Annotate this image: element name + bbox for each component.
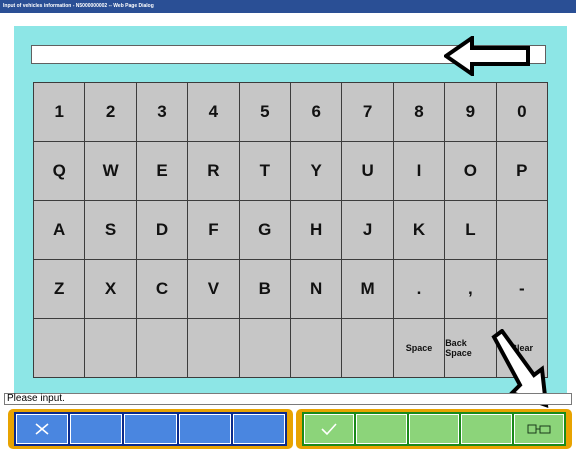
key-9[interactable]: 9 bbox=[445, 83, 497, 142]
key-x[interactable]: X bbox=[85, 260, 137, 319]
function-button-2[interactable] bbox=[70, 414, 123, 444]
key-l[interactable]: L bbox=[445, 201, 497, 260]
key-b[interactable]: B bbox=[239, 260, 291, 319]
key-v[interactable]: V bbox=[188, 260, 240, 319]
key-7[interactable]: 7 bbox=[342, 83, 394, 142]
toolbar-group-right bbox=[296, 409, 572, 449]
ok-button[interactable] bbox=[304, 414, 355, 444]
key-d[interactable]: D bbox=[136, 201, 189, 260]
key-q[interactable]: Q bbox=[34, 142, 86, 201]
key-2[interactable]: 2 bbox=[85, 83, 137, 142]
key-j[interactable]: J bbox=[342, 201, 394, 260]
key-8[interactable]: 8 bbox=[393, 83, 446, 142]
key-5[interactable]: 5 bbox=[239, 83, 291, 142]
function-button-3[interactable] bbox=[124, 414, 177, 444]
key-3[interactable]: 3 bbox=[136, 83, 189, 142]
key-hyphen[interactable]: - bbox=[496, 260, 548, 319]
key-z[interactable]: Z bbox=[34, 260, 86, 319]
status-bar: Please input. bbox=[4, 393, 572, 405]
toolbar-right-buttons bbox=[302, 412, 566, 446]
function-button-4[interactable] bbox=[178, 414, 231, 444]
key-period[interactable]: . bbox=[393, 260, 446, 319]
function-button-5[interactable] bbox=[232, 414, 286, 444]
key-p[interactable]: P bbox=[496, 142, 548, 201]
arrow-left-icon bbox=[444, 36, 530, 76]
key-h[interactable]: H bbox=[291, 201, 343, 260]
key-r[interactable]: R bbox=[188, 142, 240, 201]
key-o[interactable]: O bbox=[445, 142, 497, 201]
space-key[interactable]: Space bbox=[393, 319, 446, 378]
key-t[interactable]: T bbox=[239, 142, 291, 201]
key-u[interactable]: U bbox=[342, 142, 394, 201]
key-empty-r5-7[interactable] bbox=[342, 319, 394, 378]
dialog-client: 1 2 3 4 5 6 7 8 9 0 Q W E R T Y U I O P … bbox=[0, 13, 576, 451]
print-button[interactable] bbox=[513, 414, 565, 444]
toolbar-group-left bbox=[8, 409, 293, 449]
keyboard-panel: 1 2 3 4 5 6 7 8 9 0 Q W E R T Y U I O P … bbox=[14, 26, 567, 408]
key-1[interactable]: 1 bbox=[34, 83, 86, 142]
key-y[interactable]: Y bbox=[291, 142, 343, 201]
function-button-9[interactable] bbox=[461, 414, 512, 444]
cancel-icon bbox=[35, 423, 49, 435]
key-0[interactable]: 0 bbox=[496, 83, 548, 142]
key-f[interactable]: F bbox=[188, 201, 240, 260]
key-n[interactable]: N bbox=[291, 260, 343, 319]
print-icon bbox=[527, 424, 551, 434]
checkmark-icon bbox=[321, 423, 337, 436]
key-empty-r5-6[interactable] bbox=[291, 319, 343, 378]
key-empty-r5-1[interactable] bbox=[34, 319, 86, 378]
cancel-button[interactable] bbox=[16, 414, 69, 444]
key-4[interactable]: 4 bbox=[188, 83, 240, 142]
window-title: Input of vehicles information - N5000000… bbox=[0, 0, 576, 13]
key-a[interactable]: A bbox=[34, 201, 86, 260]
keyboard-grid: 1 2 3 4 5 6 7 8 9 0 Q W E R T Y U I O P … bbox=[33, 82, 548, 378]
key-i[interactable]: I bbox=[393, 142, 446, 201]
key-m[interactable]: M bbox=[342, 260, 394, 319]
key-empty-r5-5[interactable] bbox=[239, 319, 291, 378]
key-empty-r5-4[interactable] bbox=[188, 319, 240, 378]
function-button-8[interactable] bbox=[408, 414, 460, 444]
key-empty-r3[interactable] bbox=[496, 201, 548, 260]
key-k[interactable]: K bbox=[393, 201, 446, 260]
key-g[interactable]: G bbox=[239, 201, 291, 260]
key-s[interactable]: S bbox=[85, 201, 137, 260]
key-empty-r5-2[interactable] bbox=[85, 319, 137, 378]
function-toolbar bbox=[0, 409, 576, 451]
function-button-7[interactable] bbox=[356, 414, 407, 444]
toolbar-left-buttons bbox=[14, 412, 287, 446]
key-c[interactable]: C bbox=[136, 260, 189, 319]
key-6[interactable]: 6 bbox=[291, 83, 343, 142]
key-w[interactable]: W bbox=[85, 142, 137, 201]
key-e[interactable]: E bbox=[136, 142, 189, 201]
key-comma[interactable]: , bbox=[445, 260, 497, 319]
key-empty-r5-3[interactable] bbox=[136, 319, 189, 378]
